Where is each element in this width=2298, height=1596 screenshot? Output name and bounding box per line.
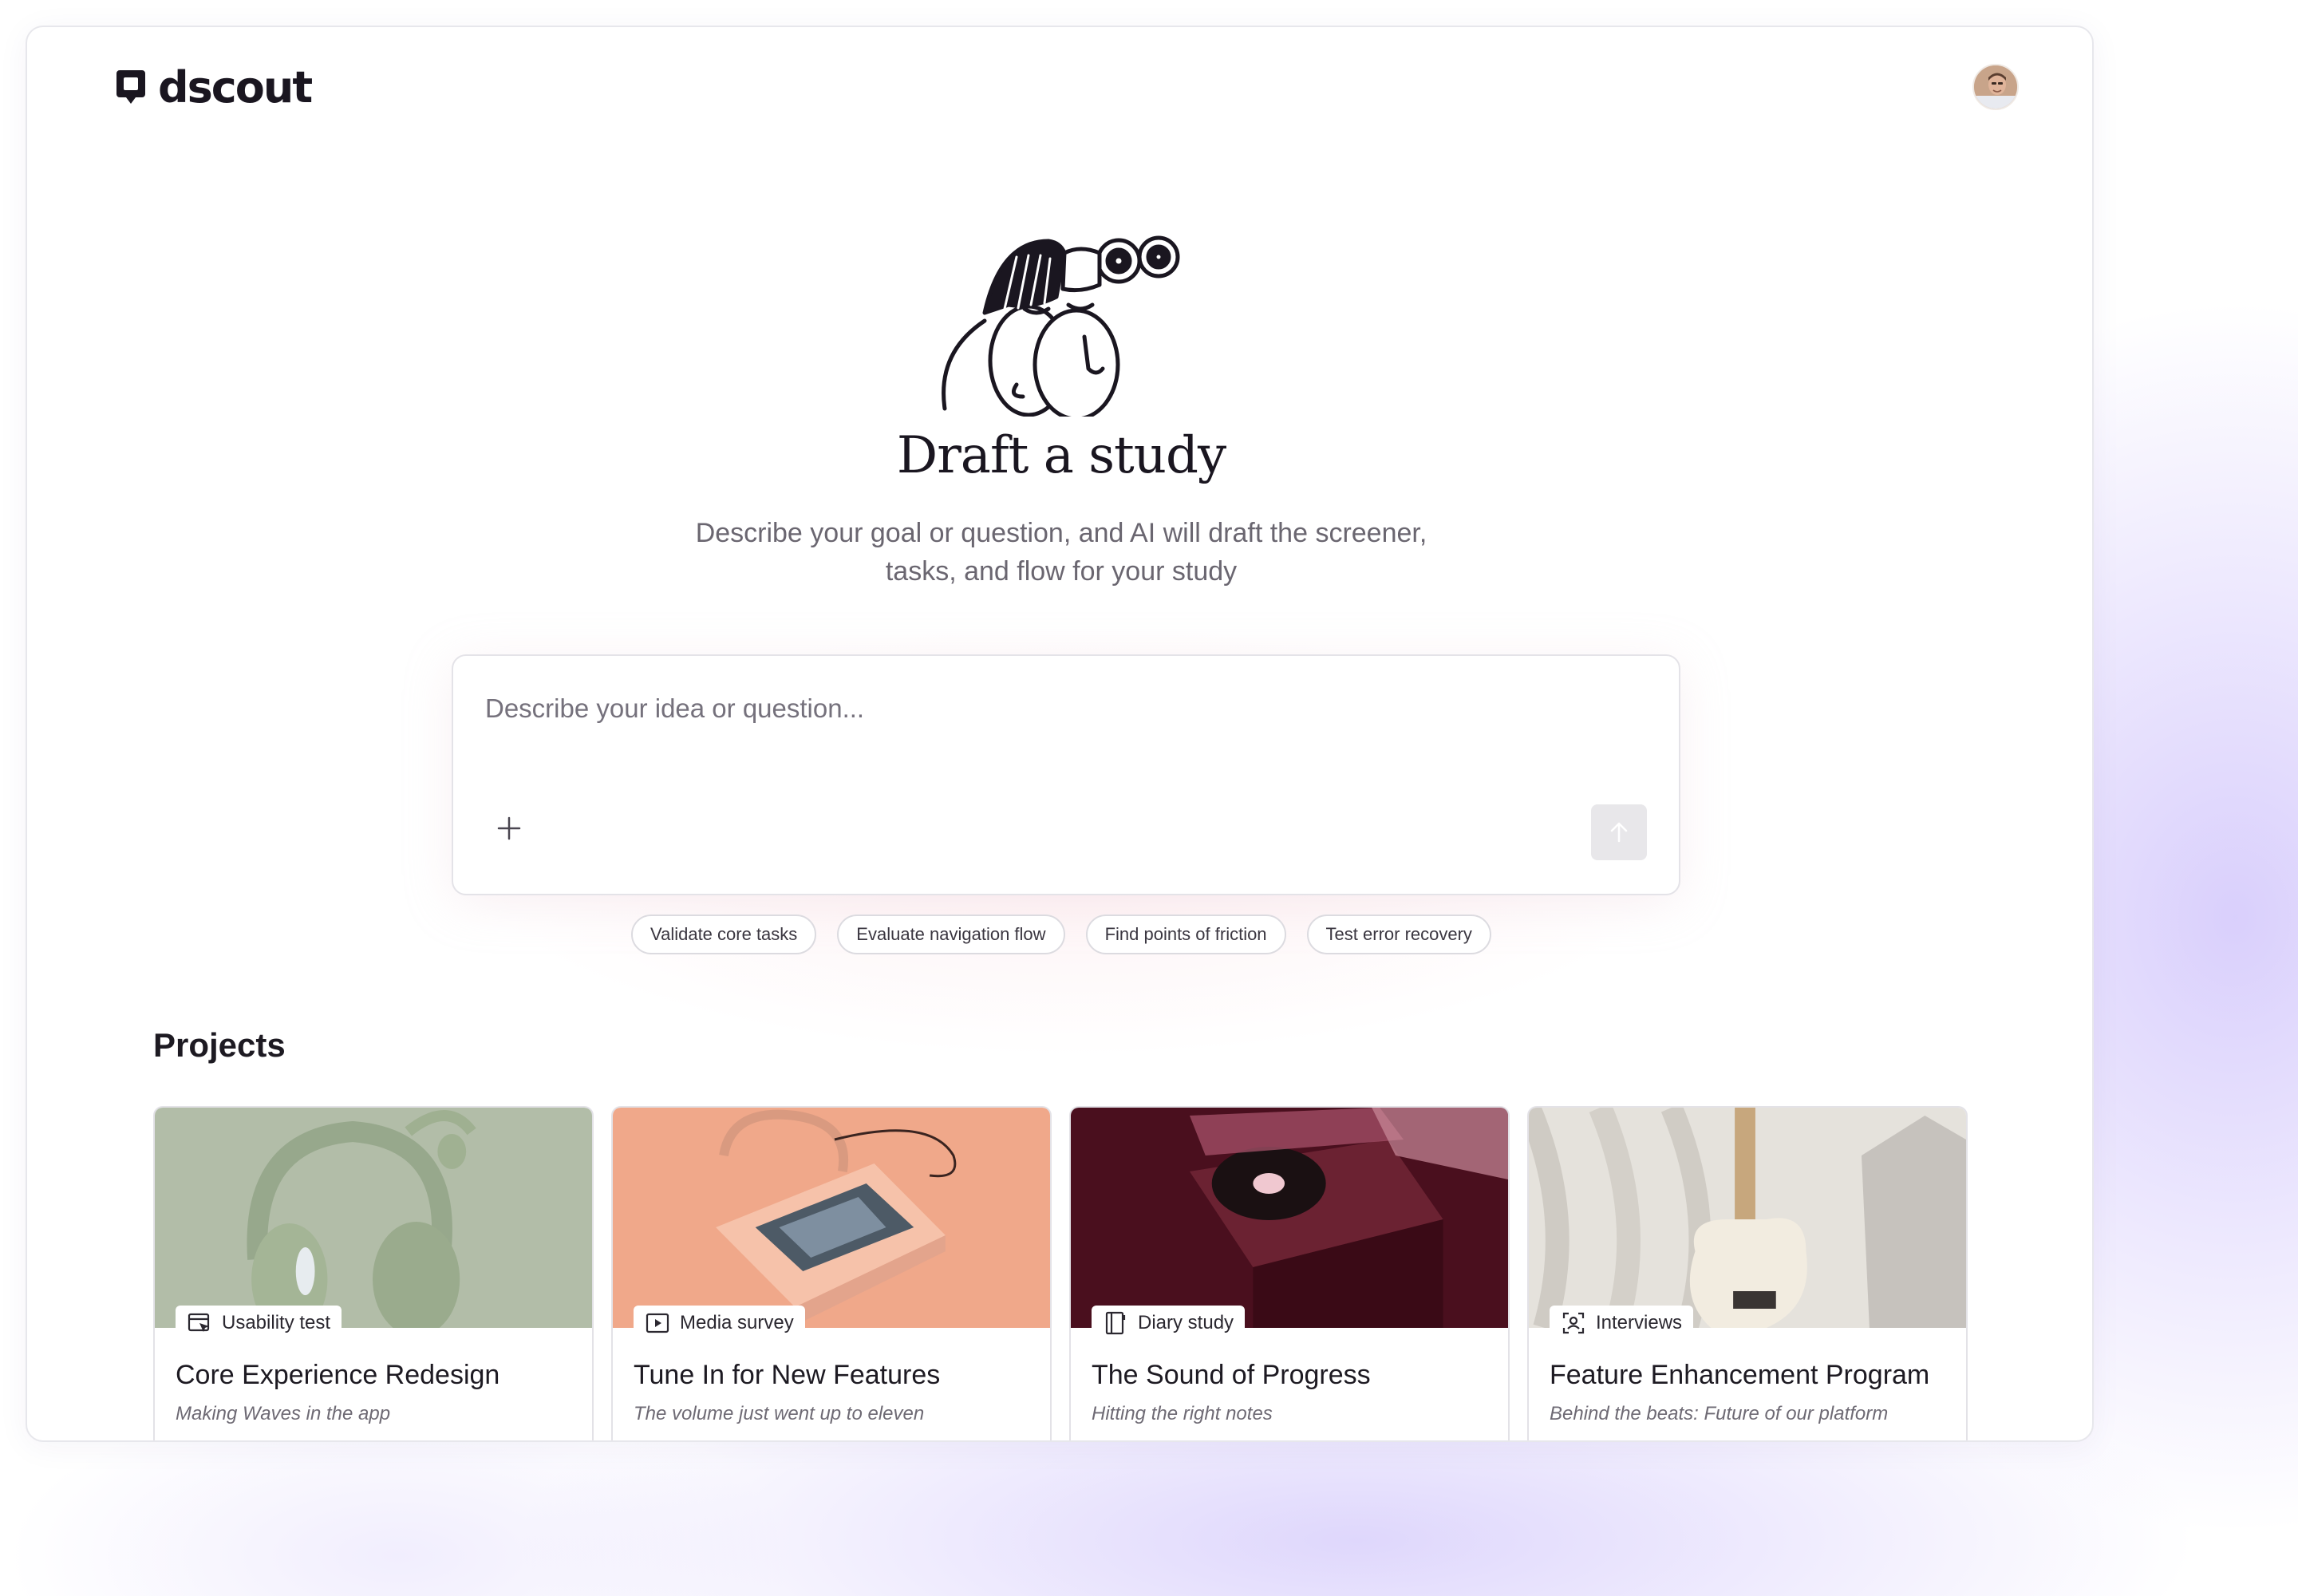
project-subtitle: Behind the beats: Future of our platform xyxy=(1550,1403,1889,1424)
project-card[interactable]: Media survey Tune In for New Features Th… xyxy=(611,1106,1052,1440)
plus-icon xyxy=(497,816,521,840)
project-card[interactable]: Diary study The Sound of Progress Hittin… xyxy=(1069,1106,1510,1440)
dscout-logo[interactable]: dscout xyxy=(115,62,313,113)
study-type-badge: Interviews xyxy=(1550,1306,1694,1341)
project-thumbnail xyxy=(1071,1108,1508,1328)
logo-icon xyxy=(116,70,145,104)
project-title: Tune In for New Features xyxy=(634,1360,941,1390)
user-avatar[interactable] xyxy=(1972,64,2019,110)
prompt-input[interactable] xyxy=(485,685,1634,733)
page-subtitle: Describe your goal or question, and AI w… xyxy=(695,518,1427,587)
suggestion-chip[interactable]: Test error recovery xyxy=(1306,915,1491,954)
app-window: dscout Draft a study Describe your goal … xyxy=(26,26,2094,1442)
add-attachment-button[interactable] xyxy=(485,804,533,852)
arrow-up-icon xyxy=(1610,822,1628,843)
project-card[interactable]: Usability test Core Experience Redesign … xyxy=(153,1106,594,1440)
project-subtitle: Making Waves in the app xyxy=(176,1403,391,1424)
prompt-composer xyxy=(452,654,1680,895)
project-card[interactable]: Interviews Feature Enhancement Program B… xyxy=(1527,1106,1968,1440)
avatar-photo xyxy=(1974,65,2017,109)
project-title: Core Experience Redesign xyxy=(176,1360,500,1390)
project-title: The Sound of Progress xyxy=(1092,1360,1371,1390)
study-type-badge: Media survey xyxy=(634,1306,805,1341)
study-type-label: Interviews xyxy=(1596,1312,1683,1333)
study-type-badge: Diary study xyxy=(1092,1306,1246,1341)
project-subtitle: Hitting the right notes xyxy=(1092,1403,1273,1424)
suggestion-chip[interactable]: Validate core tasks xyxy=(631,915,817,954)
project-thumbnail xyxy=(1529,1108,1966,1328)
usability-test-icon xyxy=(188,1313,210,1332)
logo-wordmark: dscout xyxy=(158,62,313,113)
study-type-label: Usability test xyxy=(222,1312,331,1333)
projects-heading: Projects xyxy=(153,1026,286,1064)
project-thumbnail xyxy=(613,1108,1050,1328)
media-survey-icon xyxy=(646,1313,669,1333)
suggestion-chips: Validate core tasks Evaluate navigation … xyxy=(27,915,2092,954)
study-type-label: Diary study xyxy=(1138,1312,1234,1333)
binoculars-illustration xyxy=(942,235,1180,417)
project-subtitle: The volume just went up to eleven xyxy=(634,1403,925,1424)
diary-study-icon xyxy=(1105,1311,1126,1335)
project-title: Feature Enhancement Program xyxy=(1550,1360,1930,1390)
project-thumbnail xyxy=(155,1108,592,1328)
project-cards: Usability test Core Experience Redesign … xyxy=(153,1106,1988,1440)
interviews-icon xyxy=(1562,1312,1585,1334)
study-type-badge: Usability test xyxy=(176,1306,342,1341)
suggestion-chip[interactable]: Find points of friction xyxy=(1085,915,1286,954)
study-type-label: Media survey xyxy=(680,1312,794,1333)
page-title: Draft a study xyxy=(896,426,1226,485)
send-button[interactable] xyxy=(1591,804,1647,860)
suggestion-chip[interactable]: Evaluate navigation flow xyxy=(837,915,1065,954)
